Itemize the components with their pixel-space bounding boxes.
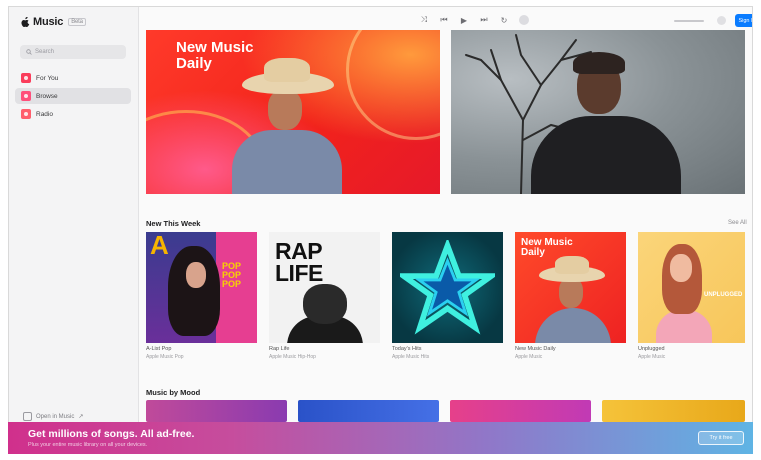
shuffle-icon[interactable]: ⤨ [419, 15, 429, 25]
repeat-icon[interactable]: ↻ [499, 15, 509, 25]
tile-title[interactable]: A-List Pop [146, 346, 171, 352]
sidebar: Music Beta Search For You Browse Radio O… [9, 7, 139, 453]
sign-in-button[interactable]: Sign In [735, 14, 752, 27]
music-app-icon [23, 412, 32, 421]
artist-face [186, 262, 206, 288]
artist-shirt [535, 308, 611, 343]
now-playing-apple-icon [519, 15, 529, 25]
artist-body [656, 310, 712, 343]
tile-title[interactable]: New Music Daily [515, 346, 556, 352]
sidebar-item-browse[interactable]: Browse [15, 88, 131, 104]
sidebar-item-radio[interactable]: Radio [15, 106, 131, 122]
open-in-music-link[interactable]: Open in Music ↗ [23, 412, 83, 421]
tile-subtitle: Apple Music Hip-Hop [269, 354, 316, 360]
play-icon[interactable]: ▶ [459, 15, 469, 25]
artist-face [268, 90, 302, 130]
cowboy-hat-crown [555, 256, 589, 274]
previous-icon[interactable]: ⏮ [439, 15, 449, 25]
banner-subtitle: Plus your entire music library on all yo… [28, 442, 148, 448]
tile-art-text: RAP LIFE [275, 238, 323, 286]
tile-subtitle: Apple Music Pop [146, 354, 184, 360]
search-icon [26, 49, 32, 55]
sidebar-item-label: Radio [36, 110, 53, 118]
playback-controls: ⤨ ⏮ ▶ ⏭ ↻ [419, 15, 529, 25]
account-icon[interactable] [717, 16, 726, 25]
tile-title[interactable]: Unplugged [638, 346, 665, 352]
sidebar-item-label: For You [36, 74, 59, 82]
sidebar-item-for-you[interactable]: For You [15, 70, 131, 86]
mood-tile[interactable] [298, 400, 439, 422]
section-title-music-by-mood: Music by Mood [146, 388, 201, 397]
artist-hair [573, 52, 625, 74]
tile-title[interactable]: Rap Life [269, 346, 290, 352]
music-note-icon [21, 91, 31, 101]
apple-logo-icon [21, 17, 30, 27]
artist-shirt [232, 130, 342, 194]
hero-new-music-daily[interactable]: New Music Daily [146, 30, 440, 194]
sidebar-item-label: Browse [36, 92, 58, 100]
subscription-banner: Get millions of songs. All ad-free. Plus… [8, 422, 753, 454]
app-logo-text: Music [33, 16, 64, 28]
mood-tile[interactable] [450, 400, 591, 422]
album-tile-unplugged[interactable]: UNPLUGGED [638, 232, 745, 343]
artist-face [670, 254, 692, 282]
tile-subtitle: Apple Music [638, 354, 666, 360]
hero-title: New Music Daily [176, 39, 254, 72]
heart-icon [21, 73, 31, 83]
mood-tile[interactable] [146, 400, 287, 422]
album-tile-new-music-daily[interactable]: New Music Daily [515, 232, 626, 343]
mood-tile[interactable] [602, 400, 745, 422]
beta-badge: Beta [68, 18, 86, 26]
decorative-swirl [346, 30, 440, 140]
tile-art-text: POP POP POP [222, 261, 242, 289]
try-it-free-button[interactable]: Try it free [698, 431, 744, 445]
radio-icon [21, 109, 31, 119]
artist-hair [168, 246, 220, 336]
search-placeholder: Search [35, 49, 55, 55]
tile-subtitle: Apple Music [515, 354, 543, 360]
sidebar-nav: For You Browse Radio [15, 70, 131, 124]
section-title-new-this-week: New This Week [146, 219, 201, 228]
banner-title: Get millions of songs. All ad-free. [28, 428, 195, 440]
artist-face [303, 284, 347, 324]
star-icon [400, 240, 495, 335]
album-tile-rap-life[interactable]: RAP LIFE [269, 232, 380, 343]
tile-art-text: UNPLUGGED [704, 292, 743, 298]
album-tile-a-list-pop[interactable]: A POP POP POP [146, 232, 257, 343]
cowboy-hat-crown [264, 58, 310, 82]
hero-featured-artist[interactable] [451, 30, 745, 194]
arrow-icon: ↗ [78, 414, 84, 420]
album-tile-todays-hits[interactable] [392, 232, 503, 343]
see-all-link[interactable]: See All [728, 220, 747, 226]
tile-title[interactable]: Today's Hits [392, 346, 421, 352]
next-icon[interactable]: ⏭ [479, 15, 489, 25]
open-in-music-label: Open in Music [36, 413, 75, 420]
artist-body [531, 116, 681, 194]
tile-art-text: New Music Daily [521, 237, 573, 258]
tile-subtitle: Apple Music Hits [392, 354, 430, 360]
volume-slider[interactable] [674, 20, 704, 22]
search-input[interactable]: Search [20, 45, 126, 59]
tile-art-letter: A [150, 232, 169, 260]
app-logo: Music Beta [21, 16, 86, 28]
artist-face [559, 278, 583, 308]
